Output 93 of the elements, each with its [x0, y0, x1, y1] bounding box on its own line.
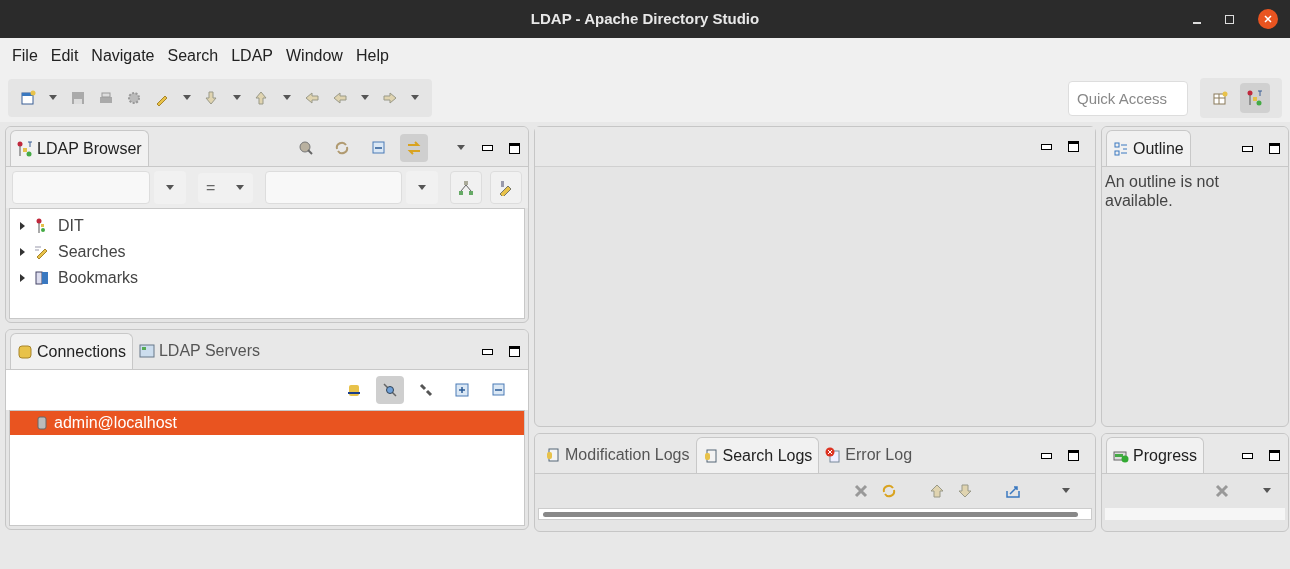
view-tab[interactable]: Progress: [1106, 437, 1205, 473]
maximize-button[interactable]: [1068, 141, 1079, 152]
hierarchy-icon: [458, 179, 474, 196]
view-tab[interactable]: Modification Logs: [539, 437, 696, 473]
tree-item[interactable]: DIT: [10, 213, 524, 239]
expander-icon[interactable]: [18, 222, 26, 230]
filter-field[interactable]: [12, 171, 150, 204]
log-file-icon: [545, 447, 561, 463]
refresh-icon: [334, 140, 350, 156]
tree-item[interactable]: Bookmarks: [10, 265, 524, 291]
gear-icon: [126, 90, 142, 106]
menu-item[interactable]: LDAP: [231, 44, 273, 68]
maximize-button[interactable]: [1068, 450, 1079, 461]
dropdown-caret-icon[interactable]: [235, 184, 245, 191]
database-icon: [17, 343, 33, 360]
window-title: LDAP - Apache Directory Studio: [530, 8, 760, 29]
view-menu-icon[interactable]: [456, 145, 466, 151]
collapse-all-icon: [490, 382, 506, 398]
minimize-button[interactable]: [482, 145, 493, 151]
up-arrow-icon: [929, 483, 945, 499]
minimize-button[interactable]: [1041, 143, 1052, 150]
new-window-icon: [20, 90, 36, 106]
close-icon: [1264, 15, 1272, 23]
view-tab[interactable]: Outline: [1106, 130, 1191, 166]
view-menu-icon[interactable]: [1061, 488, 1071, 494]
filter-field[interactable]: [265, 171, 402, 204]
dropdown-caret-icon[interactable]: [417, 184, 427, 191]
magnifier-icon: [298, 140, 314, 156]
plug-icon: [382, 382, 398, 398]
tree-item[interactable]: Searches: [10, 239, 524, 265]
view-menu-icon[interactable]: [1262, 488, 1272, 494]
maximize-button[interactable]: [1269, 143, 1280, 154]
clear-icon: [1214, 483, 1230, 499]
connection-row[interactable]: admin@localhost: [10, 411, 524, 435]
right-arrow-icon: [382, 90, 398, 106]
link-arrows-icon: [406, 140, 422, 156]
outline-icon: [1113, 140, 1129, 157]
refresh-icon: [881, 483, 897, 499]
export-icon: [1005, 483, 1021, 499]
connect-button[interactable]: [376, 376, 404, 404]
left-arrow-icon: [304, 90, 320, 106]
clear-icon: [853, 483, 869, 499]
left-arrow-icon: [332, 90, 348, 106]
down-arrow-icon: [204, 90, 220, 106]
new-connection-icon: [346, 382, 362, 398]
expander-icon[interactable]: [18, 248, 26, 256]
minimize-button[interactable]: [1242, 452, 1253, 459]
dropdown-caret-icon[interactable]: [360, 95, 370, 101]
view-tab[interactable]: LDAP Browser: [10, 130, 149, 166]
expander-icon[interactable]: [18, 274, 26, 282]
dropdown-caret-icon[interactable]: [165, 184, 175, 191]
log-file-icon: [702, 447, 719, 464]
maximize-button[interactable]: [1269, 450, 1280, 461]
view-tab[interactable]: LDAP Servers: [132, 333, 267, 369]
up-arrow-icon: [254, 90, 270, 106]
tree-icon: [17, 140, 33, 157]
menu-item[interactable]: File: [12, 44, 38, 68]
error-icon: [825, 447, 842, 463]
outline-message: An outline is not available.: [1104, 172, 1220, 210]
dropdown-caret-icon[interactable]: [410, 95, 420, 101]
collapse-all-icon: [370, 140, 386, 156]
quick-access-field[interactable]: Quick Access: [1068, 80, 1188, 116]
operator-dropdown[interactable]: =: [198, 172, 253, 203]
dropdown-caret-icon[interactable]: [48, 95, 58, 101]
view-tab[interactable]: Connections: [10, 333, 133, 369]
dropdown-caret-icon[interactable]: [232, 95, 242, 101]
horizontal-scrollbar[interactable]: [543, 511, 1078, 517]
tree-icon: [1247, 90, 1263, 106]
minimize-button[interactable]: [482, 348, 493, 355]
database-icon: [34, 415, 50, 431]
down-arrow-icon: [957, 483, 973, 499]
menu-item[interactable]: Edit: [50, 44, 79, 68]
menu-item[interactable]: Window: [286, 44, 343, 68]
minimize-button[interactable]: [1242, 145, 1253, 152]
dropdown-caret-icon[interactable]: [182, 95, 192, 101]
maximize-button[interactable]: [509, 346, 520, 357]
menu-item[interactable]: Navigate: [91, 44, 155, 68]
expand-all-icon: [454, 382, 470, 398]
unplug-icon: [418, 382, 434, 398]
view-tab[interactable]: Search Logs: [695, 437, 820, 473]
menu-item[interactable]: Help: [355, 44, 389, 68]
dropdown-caret-icon[interactable]: [282, 95, 292, 101]
minimize-button[interactable]: [1041, 452, 1052, 459]
menu-item[interactable]: Search: [167, 44, 219, 68]
book-icon: [34, 270, 50, 286]
servers-icon: [138, 343, 155, 359]
brush-icon: [498, 179, 514, 196]
maximize-button[interactable]: [509, 142, 520, 154]
view-tab[interactable]: Error Log: [819, 437, 919, 473]
save-icon: [70, 90, 86, 106]
close-button[interactable]: [1258, 9, 1278, 29]
table-icon: [1212, 90, 1228, 106]
printer-icon: [98, 90, 114, 106]
